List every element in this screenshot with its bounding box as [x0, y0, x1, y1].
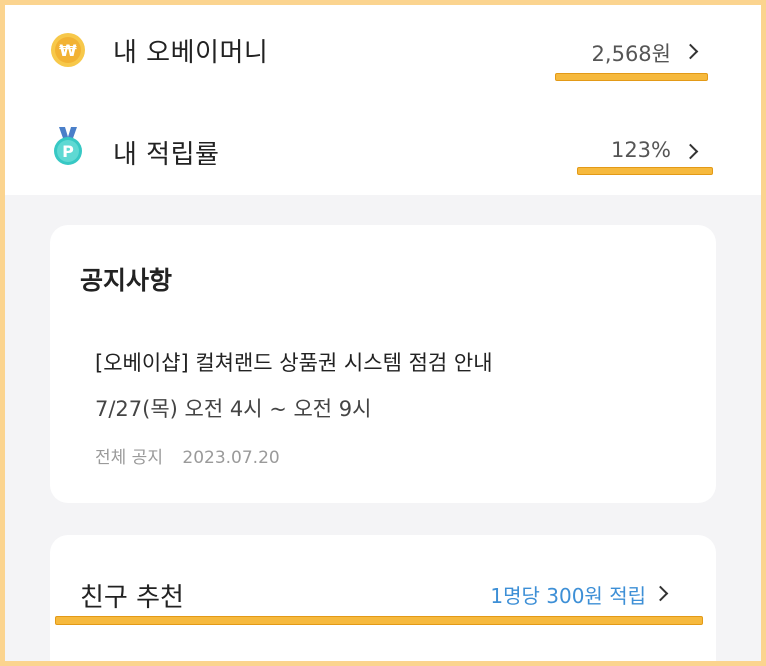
my-rate-row[interactable]: P 내 적립률 123% [5, 100, 761, 190]
won-coin-icon: ₩ [50, 32, 86, 72]
notice-item-meta: 전체 공지 2023.07.20 [95, 443, 280, 468]
chevron-right-icon [652, 585, 669, 602]
chevron-right-icon [682, 43, 699, 60]
svg-text:P: P [62, 142, 74, 161]
my-money-label: 내 오베이머니 [113, 38, 269, 68]
chevron-right-icon [682, 143, 699, 160]
highlight-underline [577, 167, 713, 175]
highlight-underline [55, 616, 703, 625]
notice-card: 공지사항 [오베이샵] 컬쳐랜드 상품권 시스템 점검 안내 7/27(목) 오… [50, 225, 716, 503]
highlight-underline [555, 73, 708, 81]
friend-referral-card[interactable]: 친구 추천 1명당 300원 적립 [50, 535, 716, 661]
friend-referral-label: 친구 추천 [80, 583, 184, 613]
my-rate-value: 123% [610, 138, 671, 162]
friend-referral-reward: 1명당 300원 적립 [490, 584, 646, 608]
notice-item-subtitle: 7/27(목) 오전 4시 ~ 오전 9시 [95, 397, 372, 421]
app-frame: ₩ 내 오베이머니 2,568원 P 내 적립률 123% 공지사항 [오베이샵… [5, 5, 761, 661]
notice-date: 2023.07.20 [182, 448, 280, 468]
my-rate-label: 내 적립률 [113, 140, 220, 170]
account-summary-section: ₩ 내 오베이머니 2,568원 P 내 적립률 123% [5, 5, 761, 195]
notice-category: 전체 공지 [95, 448, 163, 468]
my-money-value: 2,568원 [591, 42, 671, 66]
svg-text:₩: ₩ [59, 41, 77, 60]
my-money-row[interactable]: ₩ 내 오베이머니 2,568원 [5, 5, 761, 95]
notice-item-title: [오베이샵] 컬쳐랜드 상품권 시스템 점검 안내 [95, 351, 493, 375]
p-medal-icon: P [51, 127, 85, 171]
notice-title: 공지사항 [80, 266, 173, 295]
